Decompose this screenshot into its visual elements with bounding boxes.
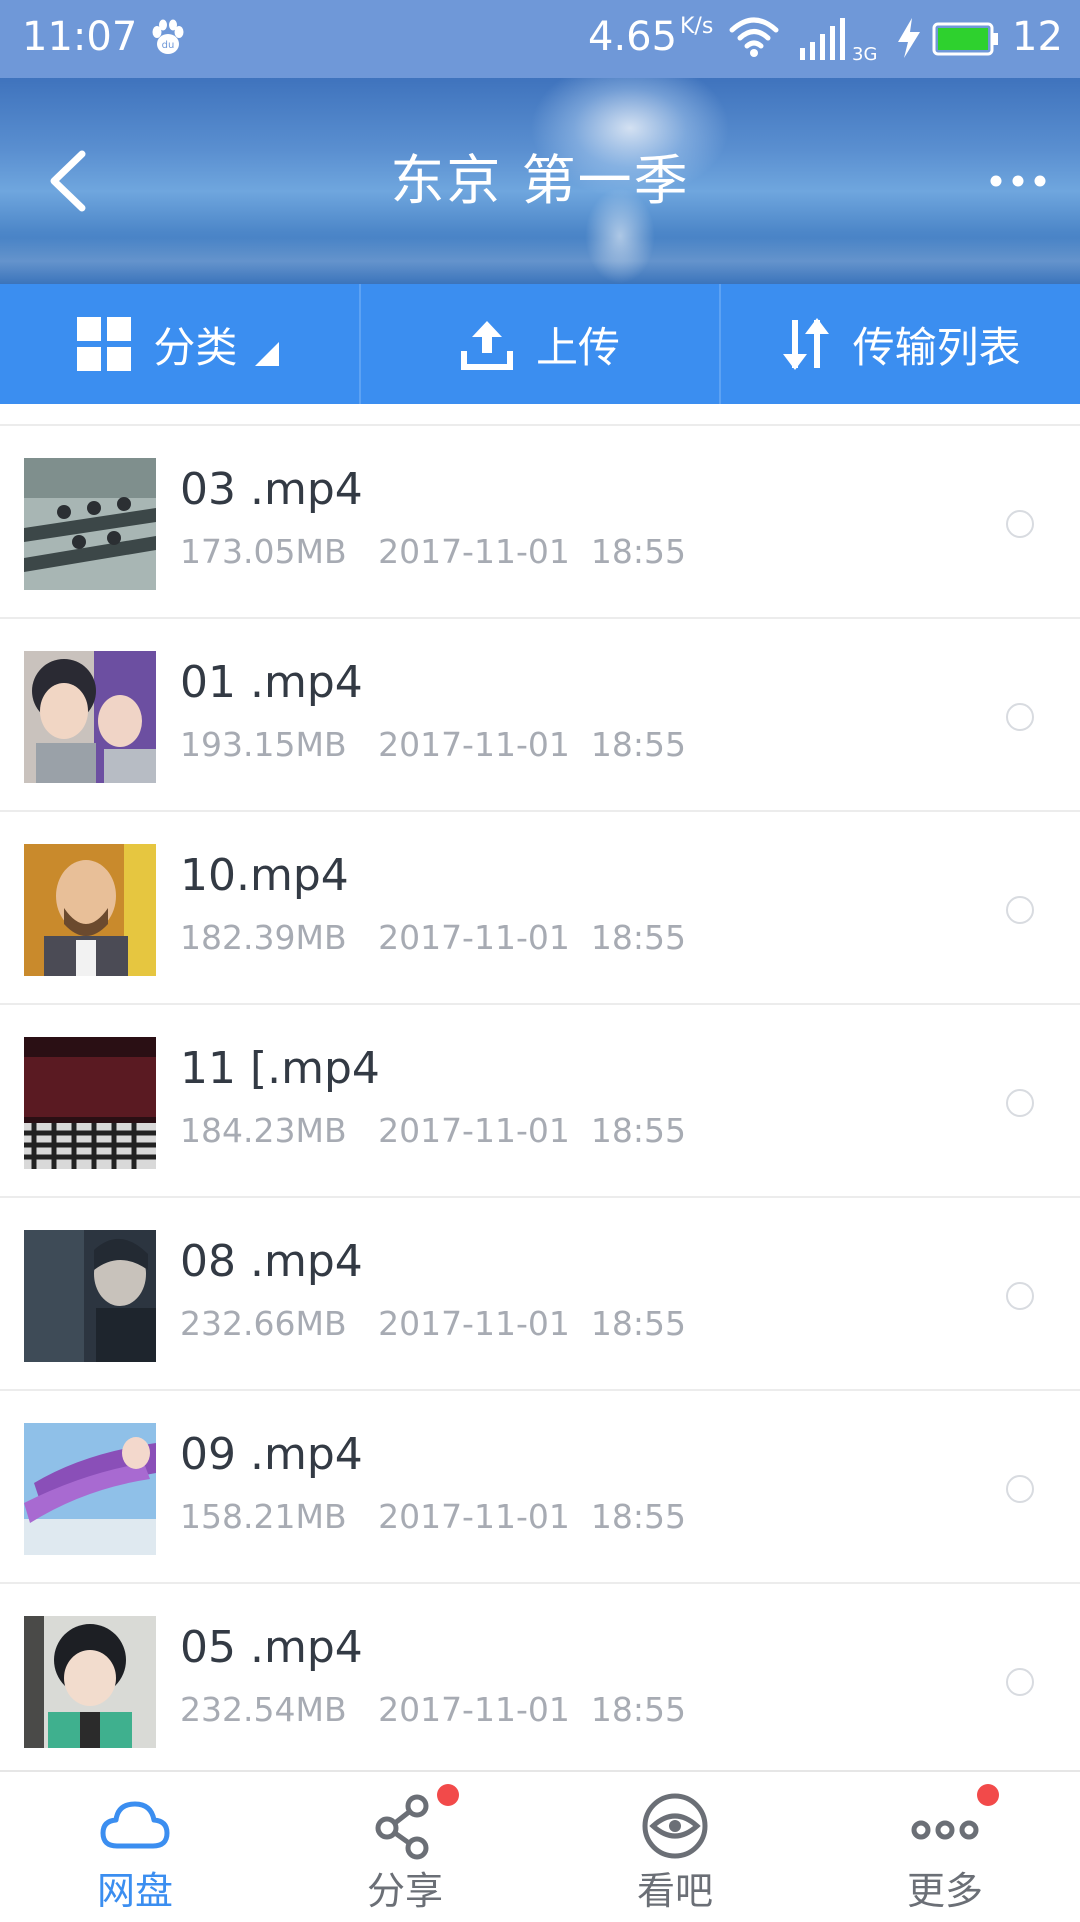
nav-label: 网盘 (96, 1869, 173, 1913)
file-row[interactable]: 01 .mp4 193.15MB 2017-11-01 18:55 (0, 619, 1080, 812)
file-row[interactable]: 11 [.mp4 184.23MB 2017-11-01 18:55 (0, 1005, 1080, 1198)
file-time: 18:55 (590, 1111, 686, 1150)
video-thumbnail (24, 1616, 156, 1748)
video-thumbnail (24, 1423, 156, 1555)
video-thumbnail (24, 651, 156, 783)
battery-icon (932, 22, 998, 56)
file-size: 173.05MB (180, 532, 347, 571)
file-row[interactable]: 03 .mp4 173.05MB 2017-11-01 18:55 (0, 426, 1080, 619)
file-date: 2017-11-01 (378, 1497, 570, 1536)
file-row[interactable]: 10.mp4 182.39MB 2017-11-01 18:55 (0, 812, 1080, 1005)
file-size: 184.23MB (180, 1111, 347, 1150)
file-name: 05 .mp4 (180, 1622, 363, 1673)
share-icon (375, 1794, 429, 1860)
header-banner: 东京 第一季 (0, 78, 1080, 284)
file-name: 08 .mp4 (180, 1236, 363, 1287)
file-row[interactable]: 09 .mp4 158.21MB 2017-11-01 18:55 (0, 1391, 1080, 1584)
file-meta: 158.21MB 2017-11-01 18:55 (180, 1495, 686, 1539)
cloud-icon (100, 1801, 170, 1849)
file-meta: 182.39MB 2017-11-01 18:55 (180, 916, 686, 960)
file-time: 18:55 (590, 918, 686, 957)
file-date: 2017-11-01 (378, 532, 570, 571)
caret-down-icon (255, 342, 280, 366)
file-name: 11 [.mp4 (180, 1043, 380, 1094)
nav-tab-watch[interactable]: 看吧 (575, 1772, 775, 1922)
video-thumbnail (24, 844, 156, 976)
select-radio[interactable] (1006, 896, 1034, 924)
charging-icon (898, 18, 920, 58)
select-radio[interactable] (1006, 703, 1034, 731)
file-date: 2017-11-01 (378, 1690, 570, 1729)
upload-icon (461, 321, 513, 370)
net-speed: 4.65 (588, 14, 678, 60)
category-button[interactable]: 分类 (0, 284, 359, 404)
status-bar: 11:07 du 4.65 K/s 3G 12 (0, 0, 1080, 78)
file-name: 01 .mp4 (180, 657, 363, 708)
file-name: 09 .mp4 (180, 1429, 363, 1480)
wifi-icon (729, 17, 779, 57)
nav-tab-cloud-drive[interactable]: 网盘 (35, 1772, 235, 1922)
file-date: 2017-11-01 (378, 1111, 570, 1150)
signal-icon: 3G (800, 18, 877, 62)
eye-icon (642, 1793, 708, 1859)
file-date: 2017-11-01 (378, 725, 570, 764)
file-date: 2017-11-01 (378, 918, 570, 957)
file-time: 18:55 (590, 725, 686, 764)
net-speed-unit: K/s (680, 14, 714, 39)
select-radio[interactable] (1006, 1282, 1034, 1310)
file-size: 158.21MB (180, 1497, 347, 1536)
nav-tab-share[interactable]: 分享 (305, 1772, 505, 1922)
file-meta: 173.05MB 2017-11-01 18:55 (180, 530, 686, 574)
file-size: 193.15MB (180, 725, 347, 764)
file-list: 03 .mp4 173.05MB 2017-11-01 18:55 01 .mp… (0, 404, 1080, 1770)
header-wave (0, 238, 1080, 284)
file-name: 03 .mp4 (180, 464, 363, 515)
transfer-list-button[interactable]: 传输列表 (719, 284, 1080, 404)
file-time: 18:55 (590, 532, 686, 571)
select-radio[interactable] (1006, 510, 1034, 538)
video-thumbnail (24, 1230, 156, 1362)
more-options-button[interactable] (988, 166, 1048, 196)
file-meta: 232.54MB 2017-11-01 18:55 (180, 1688, 686, 1732)
bottom-navigation: 网盘 分享 看吧 更多 (0, 1770, 1080, 1920)
action-toolbar: 分类 上传 传输列表 (0, 284, 1080, 404)
file-date: 2017-11-01 (378, 1304, 570, 1343)
nav-label: 看吧 (636, 1869, 713, 1913)
file-row[interactable]: 05 .mp4 232.54MB 2017-11-01 18:55 (0, 1584, 1080, 1770)
transfer-list-label: 传输列表 (852, 322, 1021, 372)
upload-button[interactable]: 上传 (358, 284, 720, 404)
file-time: 18:55 (590, 1690, 686, 1729)
select-radio[interactable] (1006, 1089, 1034, 1117)
baidu-paw-icon: du (152, 19, 184, 54)
select-radio[interactable] (1006, 1475, 1034, 1503)
nav-label: 更多 (906, 1869, 983, 1913)
status-time: 11:07 (22, 14, 138, 60)
file-name: 10.mp4 (180, 850, 349, 901)
share-notification-badge (437, 1784, 459, 1806)
video-thumbnail (24, 1037, 156, 1169)
file-meta: 184.23MB 2017-11-01 18:55 (180, 1109, 686, 1153)
file-meta: 193.15MB 2017-11-01 18:55 (180, 723, 686, 767)
upload-label: 上传 (536, 322, 621, 372)
video-thumbnail (24, 458, 156, 590)
more-notification-badge (977, 1784, 999, 1806)
file-size: 232.66MB (180, 1304, 347, 1343)
grid-icon (77, 317, 132, 371)
file-size: 232.54MB (180, 1690, 347, 1729)
file-meta: 232.66MB 2017-11-01 18:55 (180, 1302, 686, 1346)
battery-level: 12 (1012, 14, 1063, 60)
file-size: 182.39MB (180, 918, 347, 957)
file-time: 18:55 (590, 1304, 686, 1343)
transfer-arrows-icon (782, 318, 829, 370)
file-time: 18:55 (590, 1497, 686, 1536)
more-dots-icon (911, 1820, 979, 1840)
category-label: 分类 (153, 322, 238, 372)
svg-text:3G: 3G (852, 44, 877, 62)
svg-text:du: du (162, 40, 175, 51)
page-title: 东京 第一季 (390, 149, 690, 212)
file-row[interactable]: 08 .mp4 232.66MB 2017-11-01 18:55 (0, 1198, 1080, 1391)
select-radio[interactable] (1006, 1668, 1034, 1696)
nav-label: 分享 (366, 1869, 443, 1913)
nav-tab-more[interactable]: 更多 (845, 1772, 1045, 1922)
